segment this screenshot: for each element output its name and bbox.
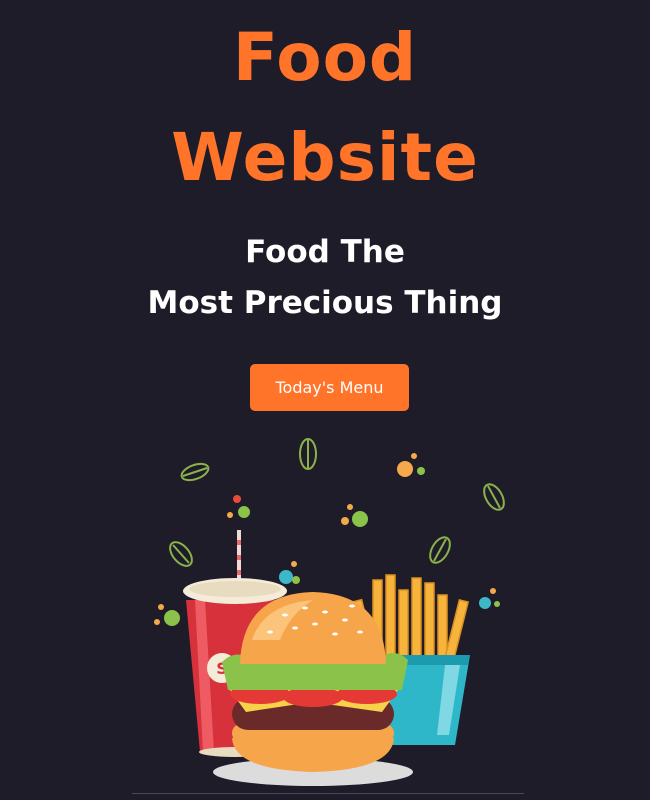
leaf-icon	[429, 536, 451, 564]
brand-title-line1: Food	[232, 19, 418, 96]
leaf-icon	[299, 438, 317, 470]
divider-line	[132, 793, 524, 794]
tagline-line2: Most Precious Thing	[147, 285, 503, 321]
leaf-icon	[169, 541, 193, 567]
food-illustration: S	[154, 438, 505, 786]
brand-title-line2: Website	[171, 119, 479, 196]
leaf-icon	[180, 462, 210, 482]
leaf-icon	[483, 483, 505, 511]
tagline-line1: Food The	[245, 234, 405, 270]
todays-menu-button[interactable]: Today's Menu	[250, 364, 409, 411]
